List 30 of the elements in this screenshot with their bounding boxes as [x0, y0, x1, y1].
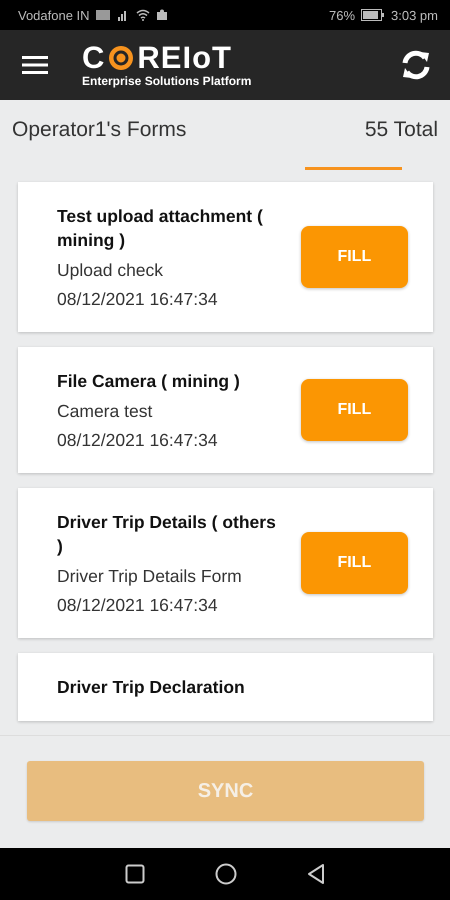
- form-title: Driver Trip Declaration: [57, 676, 246, 699]
- clock-time: 3:03 pm: [391, 8, 438, 22]
- form-date: 08/12/2021 16:47:34: [57, 595, 219, 616]
- logo-tagline: Enterprise Solutions Platform: [82, 74, 252, 88]
- form-description: Upload check: [57, 260, 164, 281]
- fill-button[interactable]: FILL: [300, 226, 408, 288]
- recents-icon[interactable]: [125, 864, 145, 884]
- menu-button[interactable]: [22, 55, 48, 75]
- logo-text: REIoT: [137, 42, 232, 74]
- carrier-name: Vodafone IN: [18, 8, 90, 22]
- form-date: 08/12/2021 16:47:34: [57, 289, 219, 310]
- logo-ring-icon: [107, 44, 136, 72]
- notification-icon: [156, 9, 168, 21]
- forms-title: Operator1's Forms: [12, 118, 186, 142]
- fill-button[interactable]: FILL: [300, 532, 408, 594]
- wifi-icon: [136, 9, 150, 21]
- form-description: Camera test: [57, 401, 154, 422]
- fill-button[interactable]: FILL: [300, 379, 408, 441]
- battery-icon: [361, 9, 386, 21]
- logo-text: C: [82, 42, 106, 74]
- form-title: File Camera ( mining ): [57, 370, 241, 393]
- total-count: 55 Total: [364, 118, 438, 142]
- refresh-button[interactable]: [400, 49, 432, 81]
- form-date: 08/12/2021 16:47:34: [57, 430, 219, 451]
- form-title: Driver Trip Details ( others ): [57, 511, 277, 558]
- home-icon[interactable]: [215, 863, 237, 885]
- back-icon[interactable]: [307, 863, 325, 885]
- form-title: Test upload attachment ( mining ): [57, 205, 264, 252]
- battery-percent: 76%: [328, 8, 356, 22]
- form-description: Driver Trip Details Form: [57, 566, 243, 587]
